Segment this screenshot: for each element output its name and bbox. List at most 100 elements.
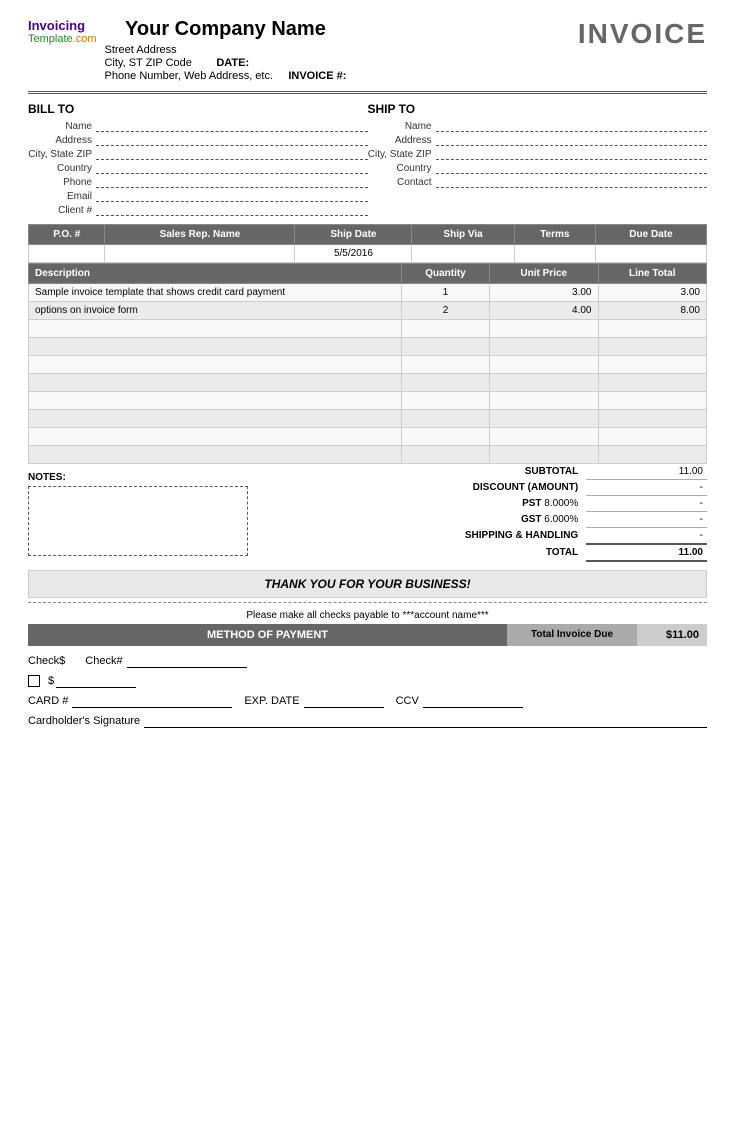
ship-address-label: Address [368,135,436,146]
header-right: INVOICE [578,18,707,50]
subtotal-label: SUBTOTAL [397,464,586,480]
item-line-total[interactable] [598,392,707,410]
item-unit-price[interactable] [490,320,598,338]
item-qty[interactable] [401,356,489,374]
item-desc[interactable] [29,392,402,410]
item-unit-price[interactable]: 3.00 [490,284,598,302]
bill-phone-label: Phone [28,177,96,188]
ship-address-row: Address [368,134,708,146]
ship-address-line[interactable] [436,134,708,146]
item-qty[interactable] [401,392,489,410]
bill-client-line[interactable] [96,204,368,216]
card-num-field: CARD # [28,694,232,708]
pst-label: PST 8.000% [397,496,586,512]
notes-box[interactable] [28,486,248,556]
ship-city-line[interactable] [436,148,708,160]
po-row: 5/5/2016 [29,245,707,263]
item-desc[interactable] [29,428,402,446]
bill-email-label: Email [28,191,96,202]
ship-via-col-header: Ship Via [412,225,514,245]
item-line-total[interactable] [598,446,707,464]
item-desc[interactable] [29,356,402,374]
ccv-line[interactable] [423,694,523,708]
bill-city-row: City, State ZIP [28,148,368,160]
pst-value: - [586,496,707,512]
check-num-line[interactable] [127,654,247,668]
card-num-row: CARD # EXP. DATE CCV [28,694,707,708]
item-desc[interactable] [29,410,402,428]
bill-name-line[interactable] [96,120,368,132]
ship-date-cell[interactable]: 5/5/2016 [295,245,412,263]
item-desc[interactable]: Sample invoice template that shows credi… [29,284,402,302]
ship-contact-label: Contact [368,177,436,188]
ship-country-line[interactable] [436,162,708,174]
item-qty[interactable] [401,410,489,428]
bill-email-line[interactable] [96,190,368,202]
dollar-sign: $ [48,675,54,687]
item-row [29,446,707,464]
bill-city-line[interactable] [96,148,368,160]
item-qty[interactable] [401,320,489,338]
check-num-item: Check# [85,654,246,668]
subtotal-value: 11.00 [586,464,707,480]
bill-phone-line[interactable] [96,176,368,188]
items-table: Description Quantity Unit Price Line Tot… [28,263,707,464]
sales-rep-cell[interactable] [105,245,295,263]
invoice-header: Invoicing Template.com Your Company Name… [28,18,707,83]
invoice-due-label: Total Invoice Due [507,624,637,646]
ship-contact-line[interactable] [436,176,708,188]
item-unit-price[interactable] [490,338,598,356]
item-line-total[interactable] [598,374,707,392]
item-qty[interactable] [401,446,489,464]
item-desc[interactable] [29,320,402,338]
item-qty[interactable] [401,428,489,446]
bill-country-line[interactable] [96,162,368,174]
item-desc[interactable]: options on invoice form [29,302,402,320]
exp-date-label: EXP. DATE [244,695,299,707]
item-desc[interactable] [29,446,402,464]
ship-to-title: SHIP TO [368,102,708,116]
item-line-total[interactable]: 3.00 [598,284,707,302]
item-desc[interactable] [29,338,402,356]
checks-label: Check$ [28,655,65,667]
dollar-amount-line[interactable] [56,674,136,688]
item-row: options on invoice form 2 4.00 8.00 [29,302,707,320]
shipping-row: SHIPPING & HANDLING - [397,528,707,545]
item-line-total[interactable] [598,356,707,374]
po-cell[interactable] [29,245,105,263]
card-num-line[interactable] [72,694,232,708]
ship-city-row: City, State ZIP [368,148,708,160]
ship-via-cell[interactable] [412,245,514,263]
item-unit-price[interactable] [490,428,598,446]
item-unit-price[interactable] [490,392,598,410]
item-qty[interactable] [401,374,489,392]
bill-address-line[interactable] [96,134,368,146]
payment-checkbox[interactable] [28,675,40,687]
item-unit-price[interactable] [490,356,598,374]
totals-section: SUBTOTAL 11.00 DISCOUNT (AMOUNT) - PST 8… [397,464,707,562]
item-desc[interactable] [29,374,402,392]
thank-you-bar: THANK YOU FOR YOUR BUSINESS! [28,570,707,598]
item-qty[interactable]: 1 [401,284,489,302]
logo-block: Invoicing Template.com [28,18,96,45]
item-line-total[interactable] [598,320,707,338]
due-date-cell[interactable] [595,245,706,263]
item-unit-price[interactable] [490,410,598,428]
ship-name-line[interactable] [436,120,708,132]
item-line-total[interactable] [598,410,707,428]
gst-row: GST 6.000% - [397,512,707,528]
item-line-total[interactable] [598,338,707,356]
item-qty[interactable] [401,338,489,356]
unit-price-col-header: Unit Price [490,264,598,284]
exp-date-line[interactable] [304,694,384,708]
item-unit-price[interactable]: 4.00 [490,302,598,320]
item-line-total[interactable]: 8.00 [598,302,707,320]
item-unit-price[interactable] [490,446,598,464]
item-line-total[interactable] [598,428,707,446]
payment-bar: METHOD OF PAYMENT Total Invoice Due $11.… [28,624,707,646]
terms-cell[interactable] [514,245,595,263]
item-unit-price[interactable] [490,374,598,392]
checks-payable: Please make all checks payable to ***acc… [28,607,707,624]
signature-line[interactable] [144,714,707,728]
item-qty[interactable]: 2 [401,302,489,320]
